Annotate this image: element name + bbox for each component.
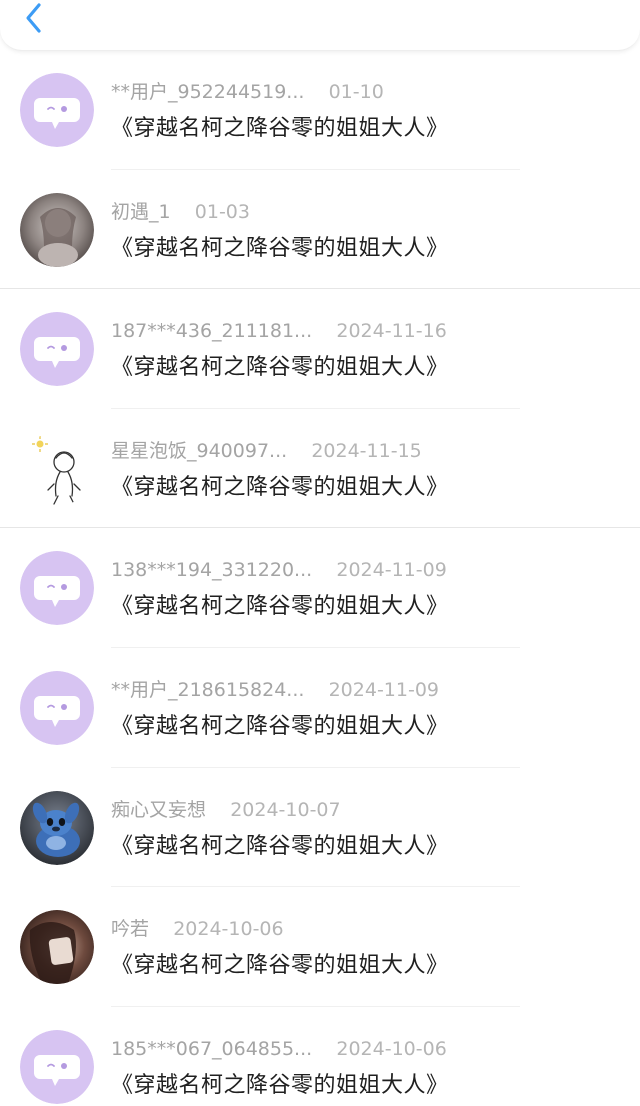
comment-meta: 185***067_064855... 2024-10-06 [111, 1037, 447, 1061]
timestamp: 2024-11-16 [336, 320, 447, 343]
comment-text: 《穿越名柯之降谷零的姐姐大人》 [111, 235, 449, 261]
blue-plush-avatar[interactable] [20, 790, 94, 865]
comment-text: 《穿越名柯之降谷零的姐姐大人》 [111, 116, 449, 141]
chevron-left-icon [26, 3, 41, 33]
comment-meta: **用户_218615824... 2024-11-09 [111, 678, 439, 702]
comment-meta: 星星泡饭_940097... 2024-11-15 [111, 439, 422, 463]
sketch-doodle-avatar[interactable] [20, 431, 94, 506]
chat-bubble-icon [20, 670, 94, 745]
comment-meta: 187***436_211181... 2024-11-16 [111, 319, 447, 343]
list-item[interactable]: 187***436_211181... 2024-11-16 《穿越名柯之降谷零… [0, 289, 640, 409]
username[interactable]: 初遇_1 [111, 201, 171, 223]
timestamp: 2024-11-09 [328, 678, 440, 701]
timestamp: 2024-10-06 [173, 918, 284, 941]
list-item[interactable]: **用户_952244519... 01-10 《穿越名柯之降谷零的姐姐大人》 [0, 50, 640, 170]
list-item[interactable]: **用户_218615824... 2024-11-09 《穿越名柯之降谷零的姐… [0, 648, 640, 768]
list-item[interactable]: 痴心又妄想 2024-10-07 《穿越名柯之降谷零的姐姐大人》 [0, 768, 640, 888]
list-item[interactable]: 星星泡饭_940097... 2024-11-15 《穿越名柯之降谷零的姐姐大人… [0, 409, 640, 529]
username[interactable]: 138***194_331220... [111, 559, 312, 581]
comment-text: 《穿越名柯之降谷零的姐姐大人》 [111, 953, 449, 979]
list-item[interactable]: 初遇_1 01-03 《穿越名柯之降谷零的姐姐大人》 [0, 170, 640, 290]
comment-text: 《穿越名柯之降谷零的姐姐大人》 [111, 833, 449, 859]
dark-photo-avatar[interactable] [20, 910, 94, 985]
comment-meta: 痴心又妄想 2024-10-07 [111, 798, 341, 822]
timestamp: 2024-11-15 [311, 439, 422, 462]
comment-meta: 吟若 2024-10-06 [111, 917, 284, 941]
username[interactable]: 吟若 [111, 918, 149, 940]
comment-text: 《穿越名柯之降谷零的姐姐大人》 [111, 1072, 449, 1098]
list-item[interactable]: 吟若 2024-10-06 《穿越名柯之降谷零的姐姐大人》 [0, 887, 640, 1007]
username[interactable]: 187***436_211181... [111, 320, 312, 342]
comment-meta: **用户_952244519... 01-10 [111, 80, 384, 104]
comment-text: 《穿越名柯之降谷零的姐姐大人》 [111, 594, 449, 620]
chat-bubble-icon [20, 312, 94, 387]
default-chat-avatar[interactable] [20, 312, 94, 387]
comment-list: **用户_952244519... 01-10 《穿越名柯之降谷零的姐姐大人》 [0, 50, 640, 1106]
chat-bubble-icon [20, 73, 94, 147]
username[interactable]: **用户_952244519... [111, 81, 304, 103]
default-chat-avatar[interactable] [20, 1029, 94, 1104]
username[interactable]: 185***067_064855... [111, 1038, 312, 1060]
list-item[interactable]: 185***067_064855... 2024-10-06 《穿越名柯之降谷零… [0, 1007, 640, 1106]
timestamp: 2024-10-07 [230, 798, 341, 821]
list-item[interactable]: 138***194_331220... 2024-11-09 《穿越名柯之降谷零… [0, 528, 640, 648]
chat-bubble-icon [20, 1029, 94, 1104]
comment-meta: 初遇_1 01-03 [111, 200, 250, 224]
top-bar [0, 0, 640, 51]
default-chat-avatar[interactable] [20, 73, 94, 147]
back-button[interactable] [18, 2, 50, 34]
username[interactable]: 痴心又妄想 [111, 799, 206, 821]
comment-text: 《穿越名柯之降谷零的姐姐大人》 [111, 474, 449, 500]
chat-bubble-icon [20, 551, 94, 626]
timestamp: 2024-11-09 [336, 559, 447, 582]
comment-meta: 138***194_331220... 2024-11-09 [111, 558, 447, 582]
default-chat-avatar[interactable] [20, 551, 94, 626]
page: **用户_952244519... 01-10 《穿越名柯之降谷零的姐姐大人》 [0, 0, 640, 1106]
default-chat-avatar[interactable] [20, 670, 94, 745]
timestamp: 2024-10-06 [336, 1037, 447, 1060]
comment-text: 《穿越名柯之降谷零的姐姐大人》 [111, 355, 449, 381]
username[interactable]: **用户_218615824... [111, 679, 304, 701]
timestamp: 01-10 [328, 81, 384, 103]
anime-girl-avatar[interactable] [20, 192, 94, 267]
timestamp: 01-03 [194, 200, 250, 223]
username[interactable]: 星星泡饭_940097... [111, 440, 287, 462]
comment-text: 《穿越名柯之降谷零的姐姐大人》 [111, 713, 449, 739]
